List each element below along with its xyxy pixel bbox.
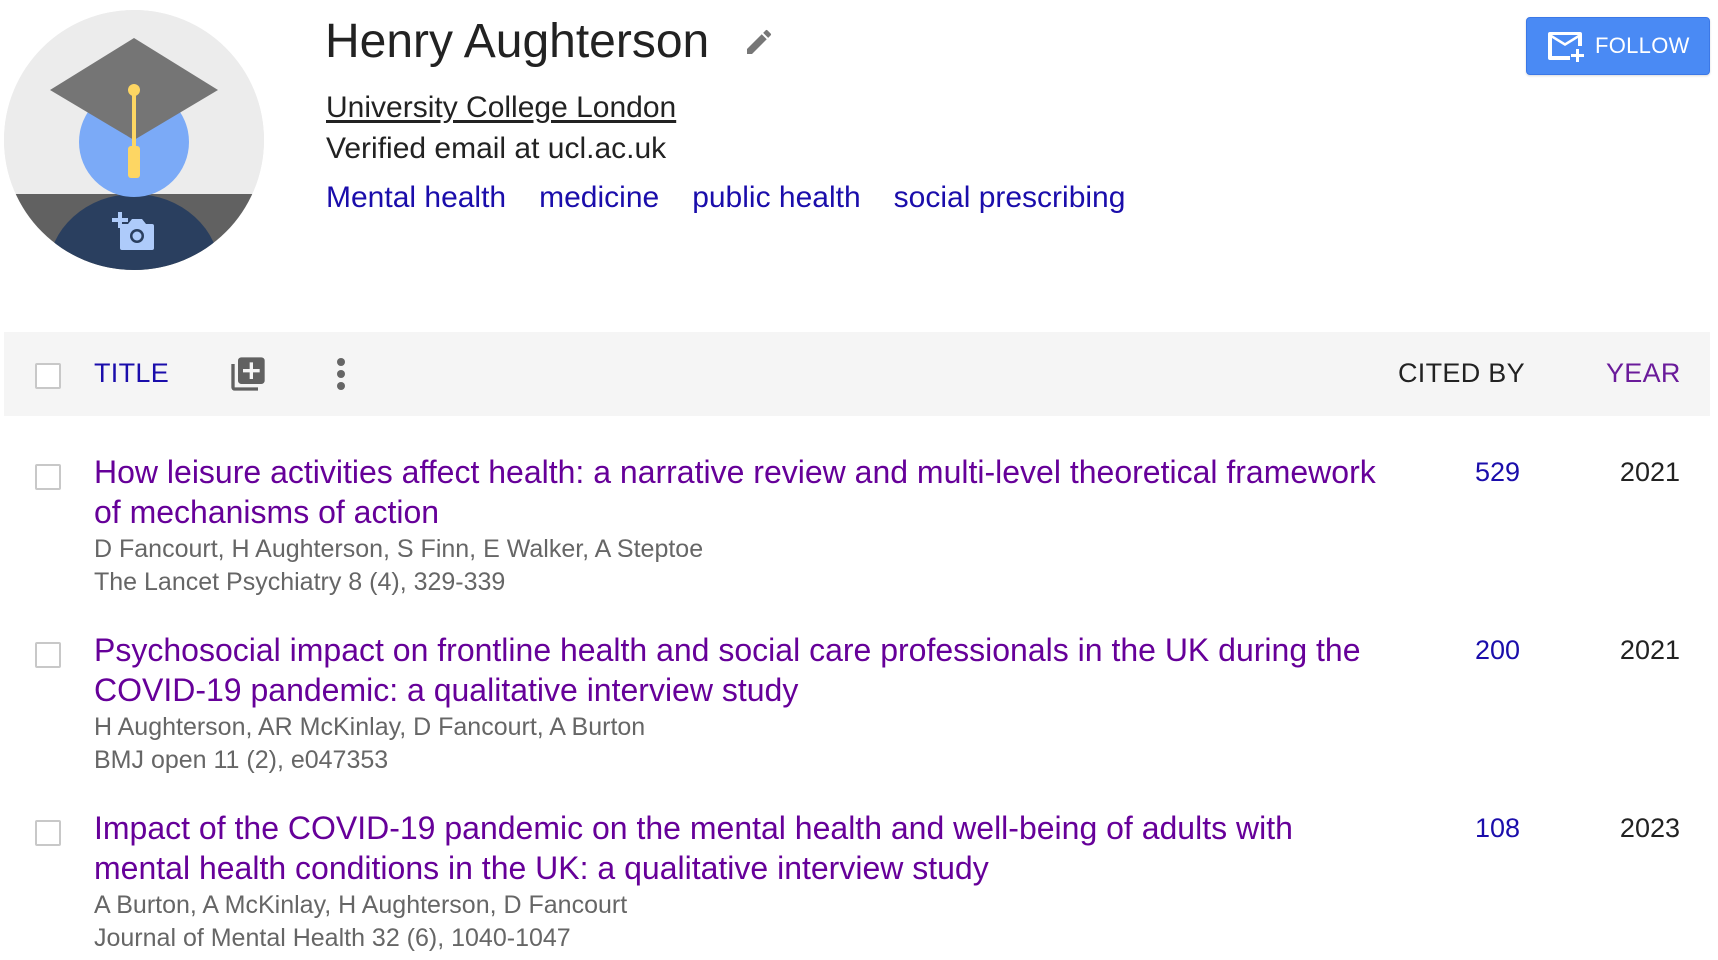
row-checkbox[interactable] [35,820,61,846]
articles-table-header: TITLE CITED BY YEAR [4,332,1710,416]
table-row: Psychosocial impact on frontline health … [4,630,1710,806]
add-photo-icon[interactable] [112,210,158,252]
follow-button[interactable]: FOLLOW [1526,17,1710,75]
article-title-link[interactable]: Psychosocial impact on frontline health … [94,630,1394,710]
article-authors: H Aughterson, AR McKinlay, D Fancourt, A… [94,713,646,741]
row-checkbox[interactable] [35,464,61,490]
row-checkbox[interactable] [35,642,61,668]
article-year: 2021 [1619,635,1680,665]
affiliation-link[interactable]: University College London [326,91,676,125]
cited-by-count[interactable]: 529 [1475,457,1520,488]
pencil-icon[interactable] [743,26,775,58]
article-venue: Journal of Mental Health 32 (6), 1040-10… [94,924,571,952]
article-title-link[interactable]: How leisure activities affect health: a … [94,452,1394,532]
article-title-link[interactable]: Impact of the COVID-19 pandemic on the m… [94,808,1394,888]
article-authors: A Burton, A McKinlay, H Aughterson, D Fa… [94,891,628,919]
cited-by-count[interactable]: 200 [1475,635,1520,666]
interest-link[interactable]: public health [692,181,860,215]
sort-by-title[interactable]: TITLE [94,358,169,389]
profile-name-row: Henry Aughterson [325,14,775,69]
cited-by-header: CITED BY [1398,358,1525,388]
article-venue: BMJ open 11 (2), e047353 [94,746,389,774]
email-plus-icon [1548,32,1584,62]
profile-name: Henry Aughterson [325,15,710,68]
more-vert-icon[interactable] [334,354,348,394]
interest-link[interactable]: Mental health [326,181,506,215]
interest-link[interactable]: social prescribing [894,181,1126,215]
follow-label: FOLLOW [1595,33,1690,58]
interest-link[interactable]: medicine [539,181,659,215]
article-venue: The Lancet Psychiatry 8 (4), 329-339 [94,568,506,596]
article-authors: D Fancourt, H Aughterson, S Finn, E Walk… [94,535,704,563]
article-year: 2023 [1619,813,1680,843]
profile-avatar [4,10,264,270]
sort-by-year[interactable]: YEAR [1606,358,1681,389]
library-add-icon[interactable] [228,354,268,394]
cited-by-count[interactable]: 108 [1475,813,1520,844]
verified-email: Verified email at ucl.ac.uk [326,132,667,165]
table-row: Impact of the COVID-19 pandemic on the m… [4,808,1710,960]
select-all-checkbox[interactable] [35,363,61,389]
research-interests: Mental health medicine public health soc… [326,181,1125,215]
table-row: How leisure activities affect health: a … [4,452,1710,628]
article-year: 2021 [1619,457,1680,487]
